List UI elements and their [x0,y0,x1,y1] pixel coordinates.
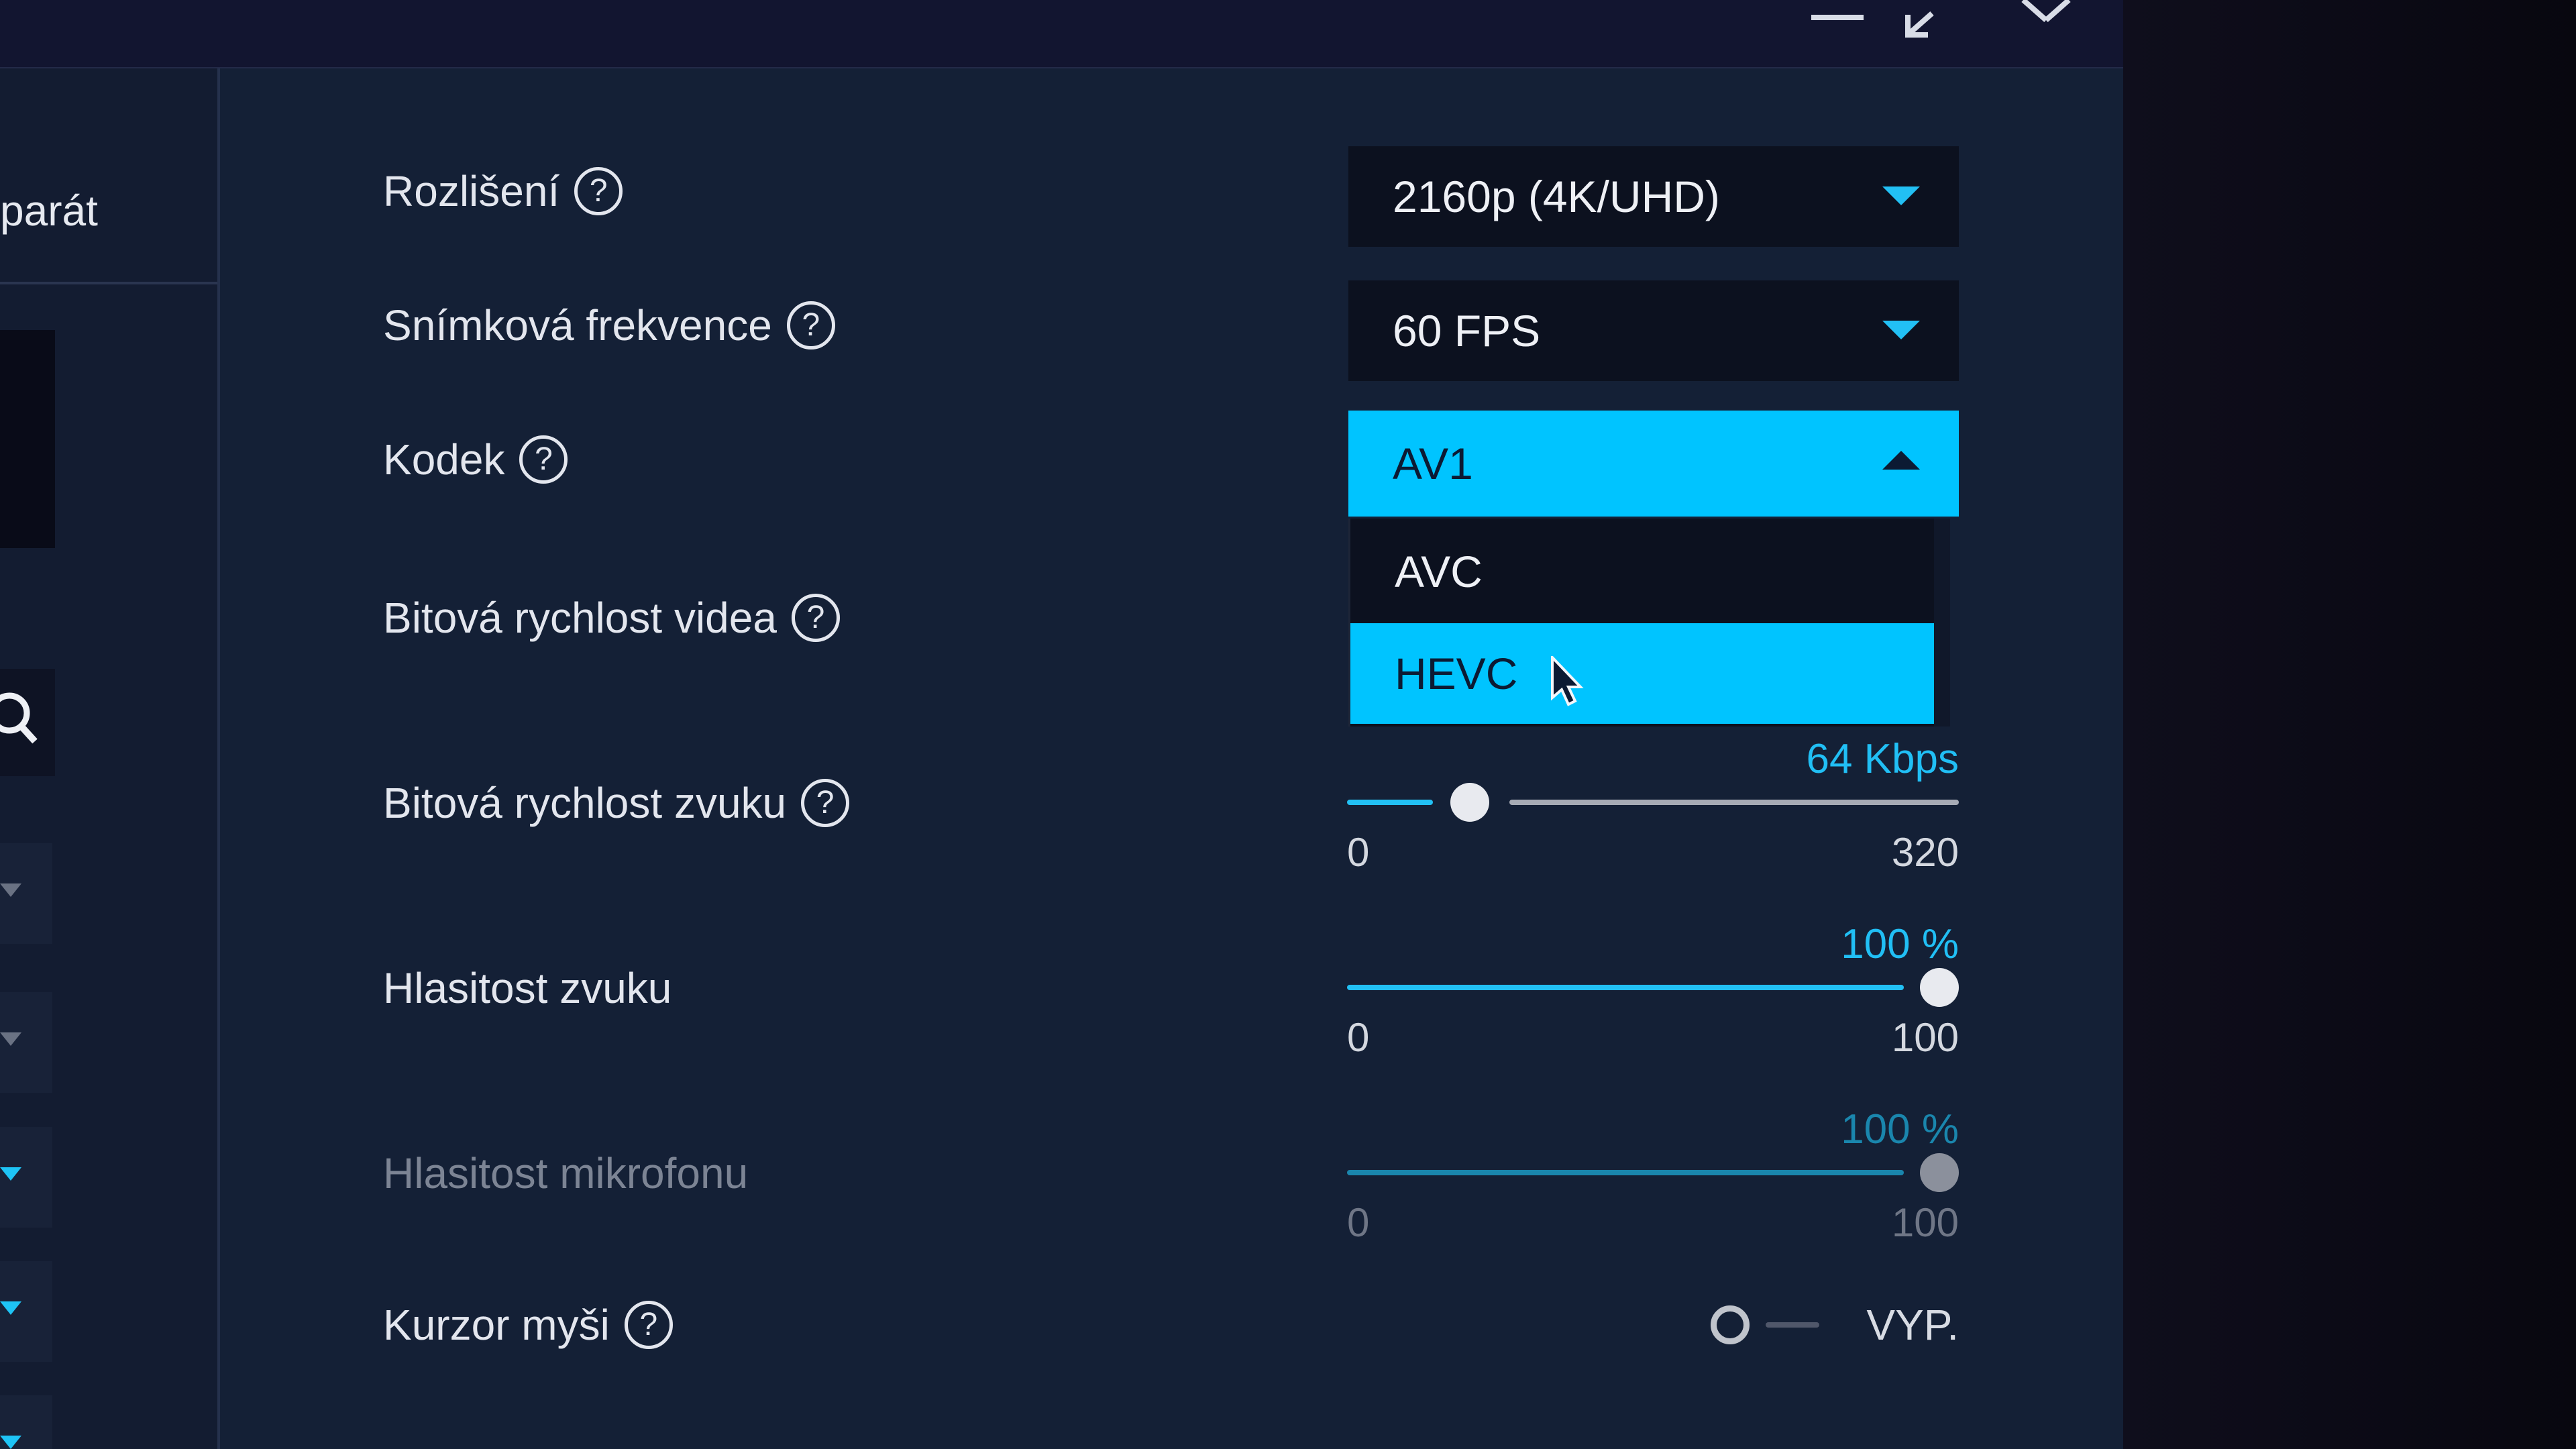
resolution-label: Rozlišení [383,167,560,215]
close-button[interactable] [2006,0,2080,67]
search-icon [0,692,38,744]
codec-option-hevc[interactable]: HEVC [1350,623,1934,724]
chevron-down-icon [1882,321,1920,339]
codec-select[interactable]: AV1 [1348,411,1959,517]
audio-bitrate-value: 64 Kbps [1806,736,1959,782]
framerate-label: Snímková frekvence [383,301,772,350]
audio-bitrate-help-icon[interactable]: ? [801,779,850,827]
sidebar-preview [0,330,55,548]
audio-bitrate-slider-handle[interactable] [1450,783,1489,822]
audio-bitrate-track-filled [1347,800,1433,805]
resolution-select[interactable]: 2160p (4K/UHD) [1348,146,1959,247]
codec-option-avc[interactable]: AVC [1350,521,1934,622]
restore-button[interactable] [1885,0,1959,67]
close-icon [2021,0,2071,22]
audio-bitrate-min: 0 [1347,830,1370,875]
video-bitrate-label: Bitová rychlost videa [383,594,777,642]
framerate-value: 60 FPS [1393,306,1541,356]
mouse-cursor-toggle-track[interactable] [1766,1322,1819,1328]
sidebar-search-button[interactable] [0,669,55,776]
mic-volume-slider-handle [1920,1153,1959,1192]
codec-dropdown-list: AVC HEVC [1348,519,1950,727]
audio-volume-value: 100 % [1841,921,1959,967]
chevron-down-icon [0,1301,21,1315]
mic-volume-min: 0 [1347,1200,1370,1245]
framerate-help-icon[interactable]: ? [786,301,835,350]
background-outside-window [2123,0,2576,1449]
audio-volume-row: Hlasitost zvuku [383,963,672,1013]
resolution-help-icon[interactable]: ? [574,167,623,215]
mouse-cursor-toggle[interactable] [1711,1305,1750,1344]
settings-window: parát Rozlišení ? 2160p (4K/UHD) Snímkov… [0,0,2123,1449]
chevron-down-icon [0,1167,21,1181]
framerate-row: Snímková frekvence ? [383,301,835,350]
mouse-cursor-icon [1551,656,1584,706]
mouse-cursor-help-icon[interactable]: ? [624,1301,673,1349]
video-bitrate-row: Bitová rychlost videa ? [383,593,840,643]
audio-volume-track-filled[interactable] [1347,985,1904,990]
sidebar-tab-label[interactable]: parát [0,186,98,235]
audio-volume-max: 100 [1891,1015,1959,1060]
resolution-row: Rozlišení ? [383,166,623,216]
codec-value: AV1 [1393,439,1473,488]
restore-icon [1905,11,1934,38]
resolution-value: 2160p (4K/UHD) [1393,172,1720,221]
codec-row: Kodek ? [383,435,568,484]
codec-help-icon[interactable]: ? [519,435,568,484]
sidebar-divider [0,282,217,284]
minimize-button[interactable] [1798,0,1872,67]
sidebar-dropdown-5[interactable] [0,1395,52,1449]
mic-volume-row: Hlasitost mikrofonu [383,1148,748,1198]
video-bitrate-help-icon[interactable]: ? [791,594,840,642]
chevron-down-icon [0,1032,21,1046]
codec-label: Kodek [383,435,505,484]
audio-volume-slider-handle[interactable] [1920,968,1959,1007]
audio-bitrate-track[interactable] [1509,800,1959,805]
chevron-up-icon [1882,451,1920,470]
chevron-down-icon [0,1436,21,1449]
mic-volume-label: Hlasitost mikrofonu [383,1149,749,1197]
mouse-cursor-row: Kurzor myši ? [383,1300,673,1350]
mic-volume-max: 100 [1891,1200,1959,1245]
audio-volume-label: Hlasitost zvuku [383,964,672,1012]
mouse-cursor-state: VYP. [1866,1301,1959,1349]
sidebar: parát [0,68,220,1449]
sidebar-dropdown-2[interactable] [0,992,52,1093]
audio-bitrate-label: Bitová rychlost zvuku [383,779,787,827]
audio-bitrate-max: 320 [1891,830,1959,875]
title-bar [0,0,2123,68]
sidebar-dropdown-1[interactable] [0,843,52,944]
minimize-icon [1811,15,1864,20]
sidebar-dropdown-3[interactable] [0,1127,52,1228]
sidebar-dropdown-4[interactable] [0,1261,52,1362]
mouse-cursor-label: Kurzor myši [383,1301,610,1349]
framerate-select[interactable]: 60 FPS [1348,280,1959,381]
chevron-down-icon [0,883,21,897]
mic-volume-track-filled [1347,1170,1904,1175]
chevron-down-icon [1882,186,1920,205]
audio-bitrate-row: Bitová rychlost zvuku ? [383,778,850,828]
audio-volume-min: 0 [1347,1015,1370,1060]
mic-volume-value: 100 % [1841,1106,1959,1152]
